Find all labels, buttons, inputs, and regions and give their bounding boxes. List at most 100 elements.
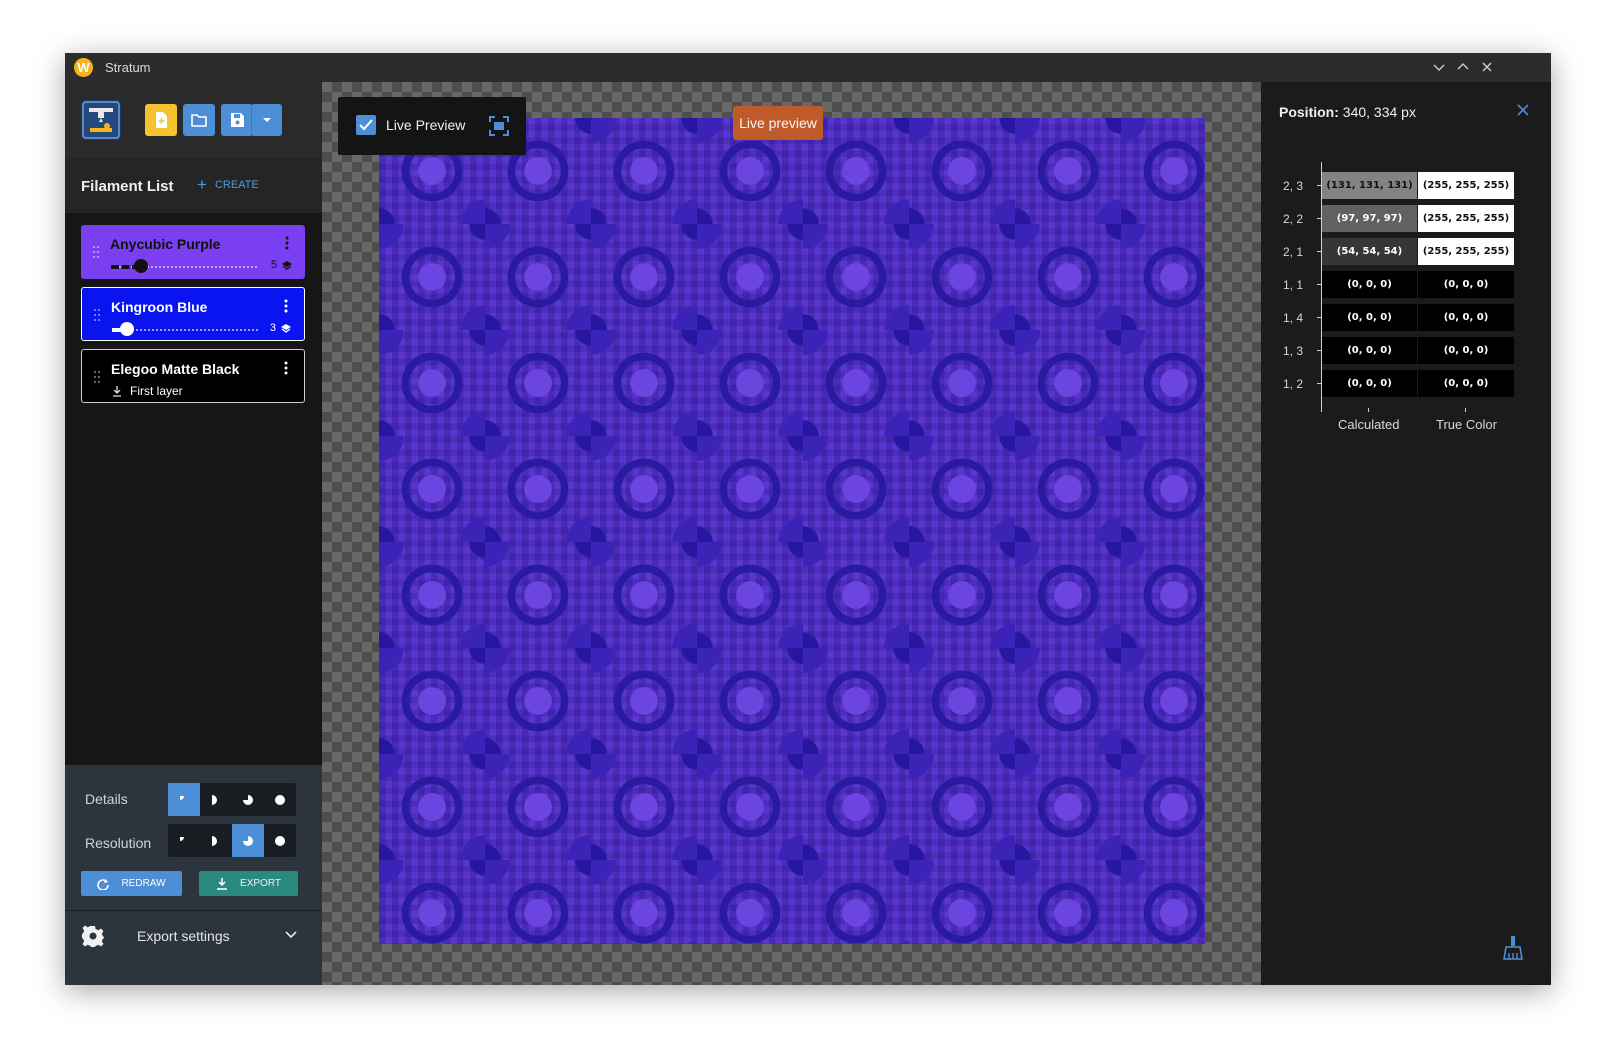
details-label: Details: [85, 791, 128, 807]
details-selector: [168, 783, 296, 816]
title-bar: W Stratum: [65, 53, 1551, 82]
row-label: 1, 1: [1283, 278, 1304, 292]
row-label: 2, 1: [1283, 245, 1304, 259]
export-label: EXPORT: [240, 878, 281, 889]
checkmark-icon: [359, 119, 373, 131]
save-options-dropdown[interactable]: [251, 104, 282, 136]
details-level-4[interactable]: [264, 783, 296, 816]
export-settings-label: Export settings: [137, 928, 230, 944]
resolution-level-2[interactable]: [200, 824, 232, 857]
download-icon: [217, 877, 228, 890]
x-tick: [1368, 408, 1369, 412]
row-label: 1, 2: [1283, 377, 1304, 391]
drag-handle-icon[interactable]: [92, 245, 100, 259]
true-color-cell: (255, 255, 255): [1418, 172, 1514, 199]
layer-slider-thumb[interactable]: [120, 322, 134, 336]
layers-icon: [282, 261, 292, 270]
calculated-color-cell: (131, 131, 131): [1322, 172, 1417, 199]
filament-card[interactable]: Elegoo Matte Black First layer: [81, 349, 305, 403]
x-label-true-color: True Color: [1436, 417, 1497, 432]
x-label-calculated: Calculated: [1338, 417, 1400, 432]
true-color-cell: (0, 0, 0): [1418, 370, 1514, 397]
close-window-button[interactable]: [1477, 57, 1497, 77]
sidebar: Filament List + CREATE Anycubic Purple 5: [65, 82, 322, 985]
export-button[interactable]: EXPORT: [199, 871, 298, 896]
row-label: 2, 2: [1283, 212, 1304, 226]
resolution-label: Resolution: [85, 835, 152, 851]
filament-name: Anycubic Purple: [110, 236, 221, 252]
resolution-level-4[interactable]: [264, 824, 296, 857]
filament-name: Kingroon Blue: [111, 299, 208, 315]
half-circle-icon: [212, 835, 217, 846]
details-level-1[interactable]: [168, 783, 200, 816]
resolution-level-3[interactable]: [232, 824, 264, 857]
resolution-level-1[interactable]: [168, 824, 200, 857]
row-label: 1, 3: [1283, 344, 1304, 358]
minimize-button[interactable]: [1429, 57, 1449, 77]
gear-icon: [82, 925, 104, 947]
download-arrow-icon: [113, 385, 121, 397]
more-options-icon[interactable]: [285, 236, 289, 250]
calculated-color-cell: (0, 0, 0): [1322, 370, 1417, 397]
position-label: Position:: [1279, 104, 1339, 120]
layer-count: 3: [269, 322, 276, 334]
details-level-2[interactable]: [200, 783, 232, 816]
canvas-area[interactable]: Live Preview Live preview: [322, 82, 1261, 985]
true-color-cell: (0, 0, 0): [1418, 304, 1514, 331]
refresh-icon: [97, 878, 110, 890]
resolution-selector: [168, 824, 296, 857]
true-color-cell: (255, 255, 255): [1418, 205, 1514, 232]
maximize-button[interactable]: [1453, 57, 1473, 77]
app-window: W Stratum Filament List + CREATE Anycubi…: [65, 53, 1551, 985]
new-file-button[interactable]: [145, 104, 177, 136]
row-label: 2, 3: [1283, 179, 1304, 193]
more-options-icon[interactable]: [284, 361, 288, 375]
y-tick: [1317, 284, 1321, 285]
render-controls: Details Resolution REDRAW EXPORT: [65, 765, 322, 910]
y-tick: [1317, 218, 1321, 219]
drag-handle-icon[interactable]: [93, 308, 101, 322]
layer-slider-thumb[interactable]: [134, 259, 148, 273]
save-button[interactable]: [221, 104, 253, 136]
chevron-down-icon: [285, 931, 297, 939]
export-settings-expander[interactable]: Export settings: [65, 910, 322, 985]
redraw-button[interactable]: REDRAW: [81, 871, 182, 896]
filament-card[interactable]: Kingroon Blue 3: [81, 287, 305, 341]
calculated-color-cell: (54, 54, 54): [1322, 238, 1417, 265]
preview-image[interactable]: [379, 118, 1205, 944]
pixel-inspector-panel: Position: 340, 334 px 2, 3 (131, 131, 131…: [1261, 82, 1551, 985]
filament-list-title: Filament List: [81, 178, 174, 195]
sidebar-toolbar: [65, 82, 322, 158]
create-filament-button[interactable]: + CREATE: [197, 175, 259, 194]
live-preview-label: Live Preview: [386, 117, 466, 133]
filament-card[interactable]: Anycubic Purple 5: [81, 225, 305, 279]
drag-handle-icon[interactable]: [93, 370, 101, 384]
live-preview-badge: Live preview: [733, 106, 823, 140]
window-title: Stratum: [105, 60, 151, 75]
plus-icon: +: [197, 175, 207, 194]
details-level-3[interactable]: [232, 783, 264, 816]
row-label: 1, 4: [1283, 311, 1304, 325]
redraw-label: REDRAW: [121, 878, 166, 889]
fit-to-screen-icon[interactable]: [488, 115, 510, 137]
calculated-color-cell: (0, 0, 0): [1322, 337, 1417, 364]
open-folder-button[interactable]: [183, 104, 215, 136]
y-tick: [1317, 317, 1321, 318]
more-options-icon[interactable]: [284, 299, 288, 313]
close-icon[interactable]: [1517, 104, 1529, 116]
layer-count: 5: [270, 259, 277, 271]
y-tick: [1317, 383, 1321, 384]
three-quarter-circle-icon: [243, 794, 253, 805]
live-preview-checkbox[interactable]: [356, 115, 376, 135]
position-value: 340, 334 px: [1342, 104, 1416, 120]
create-label: CREATE: [214, 179, 259, 191]
true-color-cell: (0, 0, 0): [1418, 271, 1514, 298]
filament-name: Elegoo Matte Black: [111, 361, 240, 377]
calculated-color-cell: (0, 0, 0): [1322, 304, 1417, 331]
half-circle-icon: [212, 794, 217, 805]
first-layer-indicator: First layer: [112, 384, 183, 398]
broom-icon[interactable]: [1503, 936, 1523, 960]
y-tick: [1317, 185, 1321, 186]
calculated-color-cell: (97, 97, 97): [1322, 205, 1417, 232]
calculated-color-cell: (0, 0, 0): [1322, 271, 1417, 298]
